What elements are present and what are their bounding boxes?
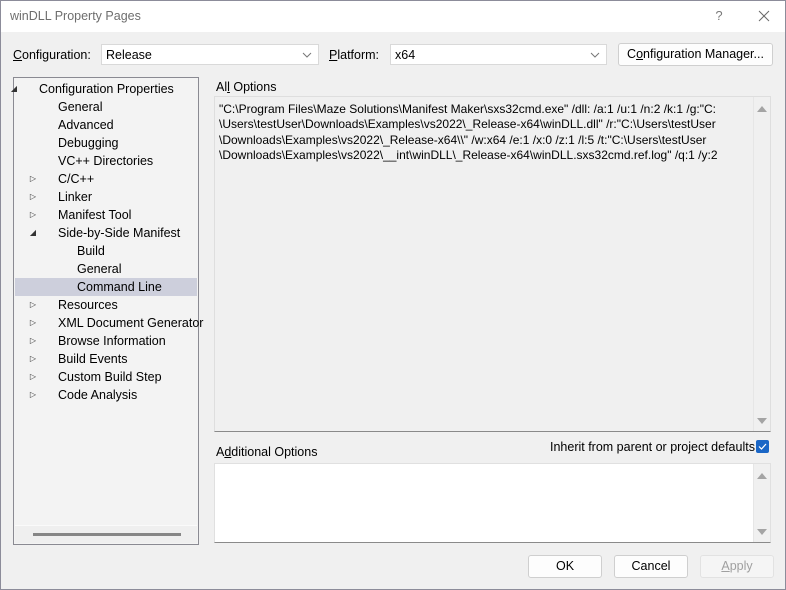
scroll-down-arrow-icon[interactable]: [757, 418, 767, 424]
checkmark-icon: [758, 443, 767, 450]
platform-select[interactable]: x64: [390, 44, 607, 65]
tree-item-label: General: [77, 262, 122, 276]
collapsed-arrow-icon[interactable]: ▷: [28, 386, 38, 404]
additional-options-label: Additional Options: [216, 445, 318, 459]
platform-label: Platform:: [329, 48, 380, 62]
inherit-checkbox[interactable]: [756, 440, 769, 453]
scroll-down-arrow-icon[interactable]: [757, 529, 767, 535]
tree-item[interactable]: Advanced: [15, 116, 197, 134]
collapsed-arrow-icon[interactable]: ▷: [28, 206, 38, 224]
tree-item[interactable]: Command Line: [15, 278, 197, 296]
close-button[interactable]: [751, 6, 777, 26]
tree-item-label: Code Analysis: [58, 388, 138, 402]
collapsed-arrow-icon[interactable]: ▷: [28, 296, 38, 314]
platform-value: x64: [395, 48, 416, 62]
tree-item-label: Build: [77, 244, 105, 258]
collapsed-arrow-icon[interactable]: ▷: [28, 170, 38, 188]
tree-item[interactable]: ▷ Build Events: [15, 350, 197, 368]
help-icon: ?: [715, 8, 723, 23]
property-tree: ◢ Configuration Properties General Advanced…: [11, 77, 204, 545]
all-options-label: All Options: [216, 80, 277, 94]
help-button[interactable]: ?: [707, 6, 731, 26]
tree-item-label: Manifest Tool: [58, 208, 132, 222]
configuration-select[interactable]: Release: [101, 44, 319, 65]
tree-item[interactable]: General: [15, 260, 197, 278]
all-options-line: \Users\testUser\Downloads\Examples\vs202…: [219, 117, 716, 132]
property-pages-dialog: winDLL Property Pages ? Configuration: R…: [0, 0, 786, 590]
close-icon: [758, 10, 770, 22]
all-options-text: "C:\Program Files\Maze Solutions\Manifes…: [219, 102, 749, 163]
tree-item[interactable]: Debugging: [15, 134, 197, 152]
all-options-box[interactable]: "C:\Program Files\Maze Solutions\Manifes…: [214, 96, 771, 432]
title-bar: winDLL Property Pages ?: [1, 1, 785, 32]
collapsed-arrow-icon[interactable]: ▷: [28, 350, 38, 368]
tree-item[interactable]: Build: [15, 242, 197, 260]
configuration-label: Configuration:: [13, 48, 91, 62]
tree-item-label: Side-by-Side Manifest: [58, 226, 181, 240]
tree-item-label: Custom Build Step: [58, 370, 162, 384]
all-options-line: "C:\Program Files\Maze Solutions\Manifes…: [219, 102, 716, 116]
cancel-button[interactable]: Cancel: [614, 555, 688, 578]
tree-item-label: Build Events: [58, 352, 128, 366]
tree-item-label: Linker: [58, 190, 93, 204]
chevron-down-icon: [302, 52, 312, 58]
tree-item-label: XML Document Generator: [58, 316, 204, 330]
collapsed-arrow-icon[interactable]: ▷: [28, 314, 38, 332]
apply-button[interactable]: Apply: [700, 555, 774, 578]
tree-item[interactable]: ◢ Configuration Properties: [11, 80, 197, 98]
collapsed-arrow-icon[interactable]: ▷: [28, 188, 38, 206]
tree-item-label: VC++ Directories: [58, 154, 154, 168]
tree-item[interactable]: ▷ Custom Build Step: [15, 368, 197, 386]
chevron-down-icon: [590, 52, 600, 58]
expanded-arrow-icon[interactable]: ◢: [9, 80, 19, 98]
expanded-arrow-icon[interactable]: ◢: [28, 224, 38, 242]
tree-item-label: General: [58, 100, 103, 114]
tree-item-label: Advanced: [58, 118, 114, 132]
collapsed-arrow-icon[interactable]: ▷: [28, 332, 38, 350]
tree-item[interactable]: ▷ XML Document Generator: [15, 314, 204, 332]
tree-item[interactable]: VC++ Directories: [15, 152, 197, 170]
configuration-value: Release: [106, 48, 152, 62]
all-options-line: \Downloads\Examples\vs2022\_Release-x64\…: [219, 132, 707, 147]
scrollbar-thumb[interactable]: [33, 533, 181, 536]
scroll-up-arrow-icon[interactable]: [757, 473, 767, 479]
configuration-manager-button[interactable]: Configuration Manager...: [618, 43, 773, 66]
additional-options-scrollbar[interactable]: [753, 464, 770, 542]
inherit-label: Inherit from parent or project defaults: [550, 440, 755, 454]
tree-item-label: Command Line: [77, 280, 162, 294]
scroll-up-arrow-icon[interactable]: [757, 106, 767, 112]
tree-item[interactable]: ◢ Side-by-Side Manifest: [15, 224, 197, 242]
additional-options-input[interactable]: [215, 464, 757, 546]
tree-item-label: Debugging: [58, 136, 119, 150]
tree-item-label: Browse Information: [58, 334, 166, 348]
additional-options-box: [214, 463, 771, 546]
tree-horizontal-scrollbar[interactable]: [15, 525, 197, 543]
tree-item[interactable]: ▷ Linker: [15, 188, 197, 206]
ok-button[interactable]: OK: [528, 555, 602, 578]
tree-item-label: Configuration Properties: [39, 82, 174, 96]
window-title: winDLL Property Pages: [10, 9, 141, 23]
tree-item[interactable]: ▷ C/C++: [15, 170, 197, 188]
tree-item[interactable]: ▷ Resources: [15, 296, 197, 314]
tree-item[interactable]: ▷ Manifest Tool: [15, 206, 197, 224]
all-options-line: \Downloads\Examples\vs2022\__int\winDLL\…: [219, 147, 718, 162]
tree-item-label: C/C++: [58, 172, 95, 186]
tree-item-label: Resources: [58, 298, 118, 312]
tree-item[interactable]: ▷ Code Analysis: [15, 386, 197, 404]
tree-item[interactable]: General: [15, 98, 197, 116]
tree-item[interactable]: ▷ Browse Information: [15, 332, 197, 350]
all-options-scrollbar[interactable]: [753, 97, 770, 431]
collapsed-arrow-icon[interactable]: ▷: [28, 368, 38, 386]
